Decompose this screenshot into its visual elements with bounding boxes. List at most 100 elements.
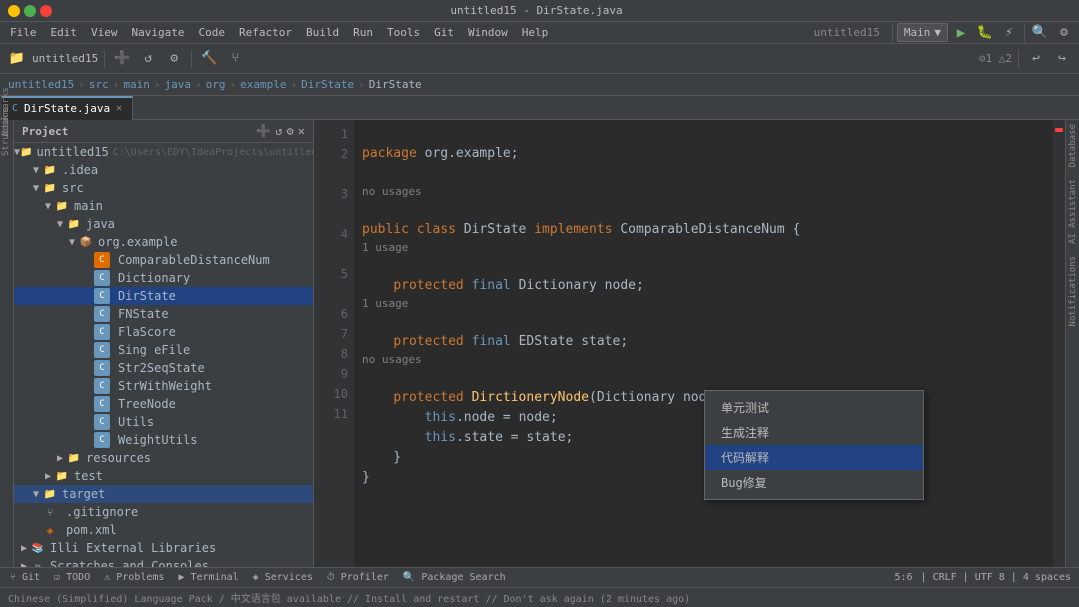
settings2-button[interactable]: ⚙ xyxy=(163,48,185,70)
popup-item-unit-test[interactable]: 单元测试 xyxy=(705,395,923,420)
sidebar-title: Project xyxy=(22,125,68,138)
tab-todo[interactable]: ☑ TODO xyxy=(48,570,96,585)
tree-item-src[interactable]: ▼ 📁 src xyxy=(14,179,313,197)
tree-item-gitignore[interactable]: ⑂ .gitignore xyxy=(14,503,313,521)
bc-sep2: › xyxy=(113,78,120,91)
tree-item-ext-lib[interactable]: ▶ 📚 Illi External Libraries xyxy=(14,539,313,557)
popup-item-bug-fix[interactable]: Bug修复 xyxy=(705,470,923,495)
class-icon: C xyxy=(94,288,110,304)
xml-icon: ◈ xyxy=(42,522,58,538)
database-panel-tab[interactable]: Database xyxy=(1068,124,1078,167)
tab-terminal[interactable]: ▶ Terminal xyxy=(172,570,244,585)
tab-profiler[interactable]: ⏱ Profiler xyxy=(321,570,395,585)
bc-dirstate1[interactable]: DirState xyxy=(301,78,354,91)
tab-package-search[interactable]: 🔍 Package Search xyxy=(397,570,512,585)
tab-close-button[interactable]: ✕ xyxy=(116,103,122,114)
menu-git[interactable]: Git xyxy=(428,24,460,41)
tree-item-Dictionary[interactable]: C Dictionary xyxy=(14,269,313,287)
sync-button[interactable]: ↺ xyxy=(137,48,159,70)
close-button[interactable] xyxy=(40,5,52,17)
tab-git[interactable]: ⑂ Git xyxy=(4,570,46,585)
folder-icon: 📁 xyxy=(54,468,70,484)
tree-label-WeightUtils: WeightUtils xyxy=(118,433,197,447)
sidebar-settings-icon[interactable]: ⚙ xyxy=(287,124,294,138)
sidebar-sync-icon[interactable]: ↺ xyxy=(275,124,282,138)
tree-item-Utils[interactable]: C Utils xyxy=(14,413,313,431)
tree-label-untitled15: untitled15 xyxy=(36,145,108,159)
minimize-button[interactable] xyxy=(8,5,20,17)
bc-main[interactable]: main xyxy=(123,78,150,91)
menu-edit[interactable]: Edit xyxy=(45,24,84,41)
tree-item-SingBFile[interactable]: C Sing eFile xyxy=(14,341,313,359)
menu-view[interactable]: View xyxy=(85,24,124,41)
bc-java[interactable]: java xyxy=(164,78,191,91)
arrow-icon: ▼ xyxy=(42,201,54,212)
toolbar: 📁 untitled15 ➕ ↺ ⚙ 🔨 ⑂ ⊙1 △2 ↩ ↪ xyxy=(0,44,1079,74)
run-config-label: Main xyxy=(904,26,931,39)
menu-window[interactable]: Window xyxy=(462,24,514,41)
tree-item-FlaScore[interactable]: C FlaScore xyxy=(14,323,313,341)
window-controls[interactable] xyxy=(8,5,52,17)
tab-problems[interactable]: ⚠ Problems xyxy=(98,570,170,585)
menu-help[interactable]: Help xyxy=(516,24,555,41)
tree-item-ComparableDistanceNum[interactable]: C ComparableDistanceNum xyxy=(14,251,313,269)
redo-button[interactable]: ↪ xyxy=(1051,48,1073,70)
bc-example[interactable]: example xyxy=(240,78,286,91)
debug-button[interactable]: 🐛 xyxy=(974,22,996,44)
settings-button[interactable]: ⚙ xyxy=(1053,22,1075,44)
right-panel: Database AI Assistant Notifications xyxy=(1065,120,1079,567)
add-button[interactable]: ➕ xyxy=(111,48,133,70)
build-button[interactable]: 🔨 xyxy=(198,48,220,70)
tree-item-orgexample[interactable]: ▼ 📦 org.example xyxy=(14,233,313,251)
popup-item-generate-comment[interactable]: 生成注释 xyxy=(705,420,923,445)
menu-run[interactable]: Run xyxy=(347,24,379,41)
notifications-panel-tab[interactable]: Notifications xyxy=(1068,256,1078,326)
search-button[interactable]: 🔍 xyxy=(1029,22,1051,44)
popup-item-code-explain[interactable]: 代码解释 xyxy=(705,445,923,470)
tree-item-FNState[interactable]: C FNState xyxy=(14,305,313,323)
tree-item-java[interactable]: ▼ 📁 java xyxy=(14,215,313,233)
tree-label-idea: .idea xyxy=(62,163,98,177)
coverage-button[interactable]: ⚡ xyxy=(998,22,1020,44)
tree-item-DirState[interactable]: C DirState xyxy=(14,287,313,305)
tree-item-untitled15[interactable]: ▼ 📁 untitled15 C:\Users\EDY\IdeaProjects… xyxy=(14,143,313,161)
run-config-dropdown[interactable]: Main ▼ xyxy=(897,23,948,42)
code-editor[interactable]: 1 2 3 4 5 6 7 8 9 10 11 package org.exam… xyxy=(314,120,1065,567)
undo-button[interactable]: ↩ xyxy=(1025,48,1047,70)
tab-services[interactable]: ◈ Services xyxy=(247,570,319,585)
bc-untitled15[interactable]: untitled15 xyxy=(8,78,74,91)
tree-label-pomxml: pom.xml xyxy=(66,523,117,537)
menu-code[interactable]: Code xyxy=(192,24,231,41)
run-button[interactable]: ▶ xyxy=(950,22,972,44)
tree-item-TreeNode[interactable]: C TreeNode xyxy=(14,395,313,413)
tree-item-WeightUtils[interactable]: C WeightUtils xyxy=(14,431,313,449)
class-icon: C xyxy=(94,360,110,376)
menu-file[interactable]: File xyxy=(4,24,43,41)
line-3: public class DirState implements Compara… xyxy=(362,222,800,237)
tree-item-Str2SeqState[interactable]: C Str2SeqState xyxy=(14,359,313,377)
menu-tools[interactable]: Tools xyxy=(381,24,426,41)
tree-item-target[interactable]: ▼ 📁 target xyxy=(14,485,313,503)
structure-tab[interactable]: Structure xyxy=(1,144,13,156)
tree-label-ComparableDistanceNum: ComparableDistanceNum xyxy=(118,253,270,267)
tree-item-StrWithWeight[interactable]: C StrWithWeight xyxy=(14,377,313,395)
ai-assistant-panel-tab[interactable]: AI Assistant xyxy=(1068,179,1078,244)
tree-item-pomxml[interactable]: ◈ pom.xml xyxy=(14,521,313,539)
sidebar-close-icon[interactable]: ✕ xyxy=(298,124,305,138)
menu-refactor[interactable]: Refactor xyxy=(233,24,298,41)
tree-item-main[interactable]: ▼ 📁 main xyxy=(14,197,313,215)
line-7: this.node = node; xyxy=(362,410,558,425)
tree-path: C:\Users\EDY\IdeaProjects\untitled15 xyxy=(113,147,314,158)
menu-build[interactable]: Build xyxy=(300,24,345,41)
git-icon: ⑂ xyxy=(224,48,246,70)
maximize-button[interactable] xyxy=(24,5,36,17)
sidebar-add-icon[interactable]: ➕ xyxy=(256,124,271,138)
tab-dirstate[interactable]: C DirState.java ✕ xyxy=(2,96,133,120)
bc-org[interactable]: org xyxy=(206,78,226,91)
tree-item-resources[interactable]: ▶ 📁 resources xyxy=(14,449,313,467)
tree-item-idea[interactable]: ▼ 📁 .idea xyxy=(14,161,313,179)
tree-item-scratches[interactable]: ▶ ✂ Scratches and Consoles xyxy=(14,557,313,567)
bc-src[interactable]: src xyxy=(89,78,109,91)
menu-navigate[interactable]: Navigate xyxy=(126,24,191,41)
tree-item-test[interactable]: ▶ 📁 test xyxy=(14,467,313,485)
